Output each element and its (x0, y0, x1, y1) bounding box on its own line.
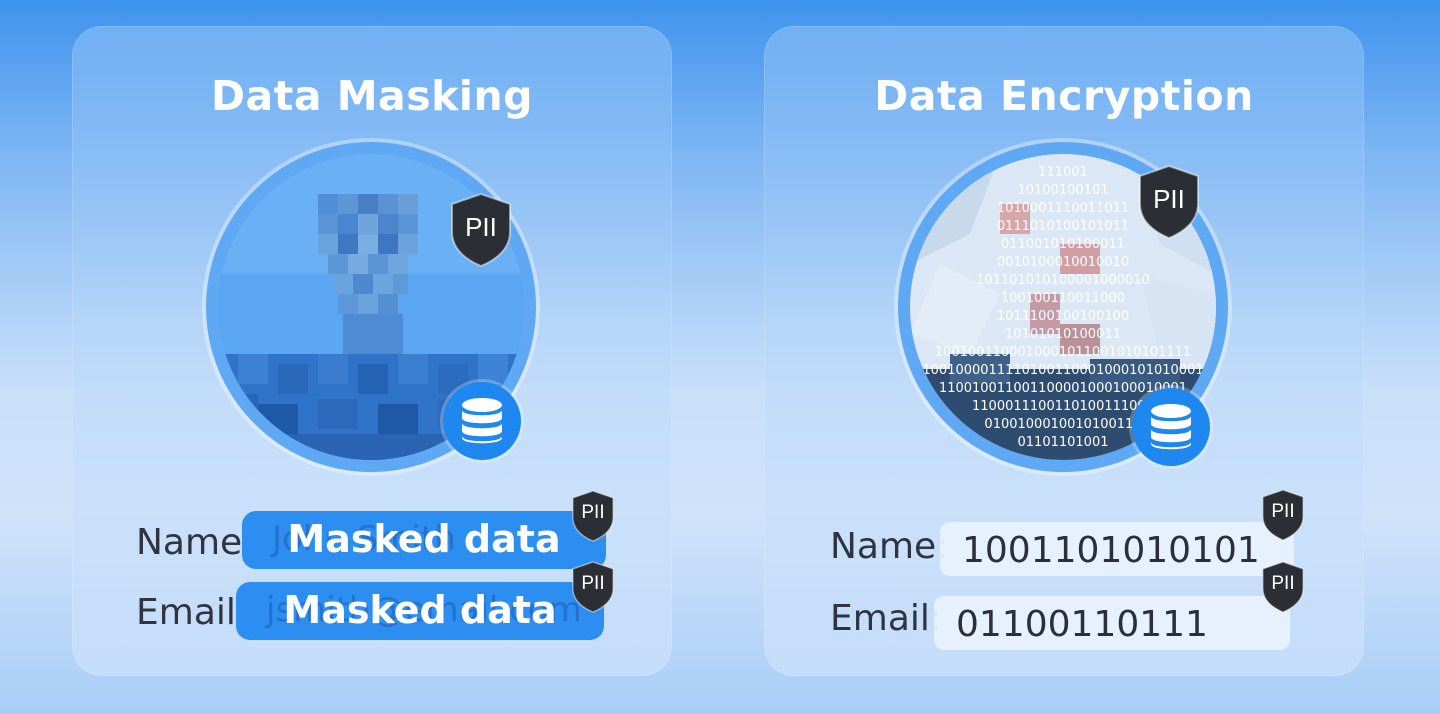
pii-shield-icon: PII (1136, 164, 1202, 240)
binary-line: 0010100010010010 (996, 255, 1130, 270)
encrypted-email-value: 01100110111 (956, 604, 1208, 645)
binary-line: 10101010100011 (1005, 327, 1121, 342)
masked-name-text: Masked data (287, 517, 561, 561)
data-masking-card: Data Masking PII Name: John Smith Masked… (72, 26, 672, 676)
pii-shield-icon: PII (448, 192, 514, 268)
name-label: Name: (830, 526, 949, 567)
pii-shield-icon: PII (570, 489, 616, 543)
pii-shield-icon: PII (1260, 488, 1306, 542)
email-label: Email: (830, 598, 943, 639)
pii-shield-icon: PII (570, 560, 616, 614)
pii-shield-icon: PII (1260, 560, 1306, 614)
masked-name-field: John Smith Masked data (242, 511, 606, 569)
binary-line: 1011100100100100 (996, 309, 1130, 324)
data-encryption-card: Data Encryption 111001 10100100101 1010001… (764, 26, 1364, 676)
data-encryption-title: Data Encryption (874, 72, 1254, 120)
masked-email-text: Masked data (283, 588, 557, 632)
masked-email-field: jsmith@email.com Masked data (236, 582, 604, 640)
binary-line: 100100110011000 (1000, 291, 1126, 306)
encrypted-name-value: 1001101010101 (962, 530, 1260, 571)
binary-line: 1001001100010001011001010101111 (934, 345, 1192, 360)
name-label: Name: (136, 522, 255, 563)
database-icon (443, 382, 521, 460)
email-label: Email: (136, 592, 249, 633)
binary-line: 101101010100001000010 (976, 273, 1150, 288)
encrypted-name-field: 1001101010101 (940, 522, 1294, 576)
encrypted-email-field: 01100110111 (934, 596, 1290, 650)
binary-line: 1001000011110100110001000101010001 (922, 363, 1204, 378)
database-icon (1132, 388, 1210, 466)
data-masking-title: Data Masking (211, 72, 533, 120)
